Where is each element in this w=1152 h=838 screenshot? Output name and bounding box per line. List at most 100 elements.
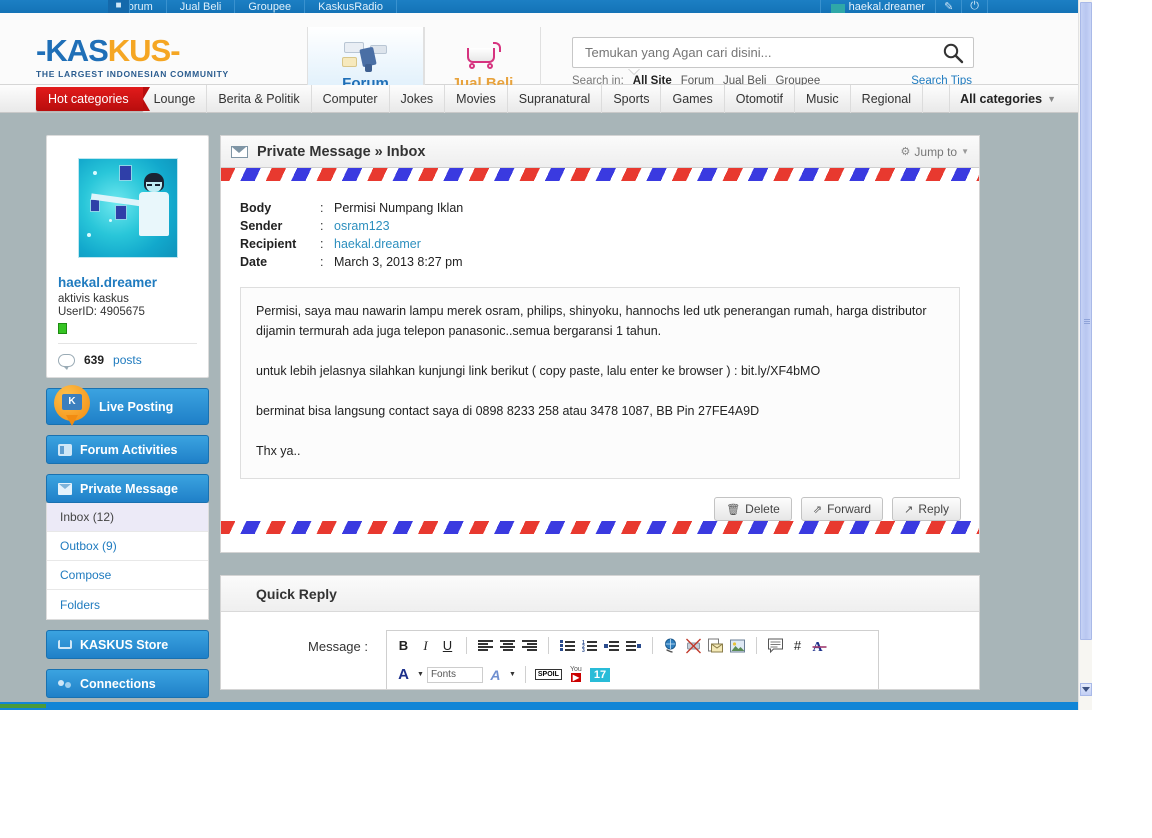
chevron-down-icon: ▼ <box>961 147 969 156</box>
category-sports[interactable]: Sports <box>602 84 662 113</box>
category-jokes[interactable]: Jokes <box>390 84 446 113</box>
sidebar-item-kaskus-store[interactable]: KASKUS Store <box>46 630 209 659</box>
chevron-down-icon[interactable]: ▼ <box>417 671 424 678</box>
meta-value-recipient[interactable]: haekal.dreamer <box>334 235 463 253</box>
posts-label: posts <box>113 353 142 367</box>
connections-icon <box>58 678 72 690</box>
bold-icon[interactable]: B <box>394 636 413 655</box>
align-right-icon[interactable] <box>520 636 539 655</box>
smiley-17-icon[interactable]: 17 <box>589 667 611 682</box>
scrollbar-thumb[interactable] <box>1080 2 1092 640</box>
power-icon[interactable]: ⏻ <box>962 0 988 13</box>
all-categories-dropdown[interactable]: All categories ▼ <box>949 84 1066 113</box>
window-right-gutter <box>1093 0 1152 710</box>
search-input-wrap[interactable] <box>572 37 974 75</box>
profile-username[interactable]: haekal.dreamer <box>58 275 197 290</box>
category-regional[interactable]: Regional <box>851 84 924 113</box>
forum-icon <box>341 39 390 75</box>
reply-icon: ↗ <box>904 503 914 516</box>
page-bottom-accent <box>0 704 46 708</box>
utility-item-jual-beli[interactable]: Jual Beli <box>167 0 236 13</box>
avatar[interactable] <box>77 158 178 258</box>
numbered-list-icon[interactable]: 123 <box>580 636 599 655</box>
strike-font-icon[interactable]: A <box>810 636 829 655</box>
utility-item-groupee[interactable]: Groupee <box>235 0 306 13</box>
sidebar-item-connections[interactable]: Connections <box>46 669 209 698</box>
browser-viewport: ■ Forum Jual Beli Groupee KaskusRadio ha… <box>0 0 1092 710</box>
category-movies[interactable]: Movies <box>445 84 508 113</box>
italic-icon[interactable]: I <box>416 636 435 655</box>
utility-item-kaskus-radio[interactable]: KaskusRadio <box>305 0 397 13</box>
sidebar-item-inbox[interactable]: Inbox (12) <box>47 503 208 532</box>
sidebar-item-live-posting[interactable]: K Live Posting <box>46 385 209 426</box>
meta-colon: : <box>320 255 324 269</box>
sidebar-item-label-private-message: Private Message <box>80 481 178 496</box>
meta-colon: : <box>320 219 324 233</box>
bullet-list-icon[interactable] <box>558 636 577 655</box>
chevron-down-icon[interactable]: ▼ <box>509 671 516 678</box>
youtube-icon[interactable]: You ▶ <box>565 665 587 684</box>
spoiler-icon[interactable]: SPOIL <box>534 669 562 680</box>
home-icon[interactable]: ■ <box>108 0 130 13</box>
align-left-icon[interactable] <box>476 636 495 655</box>
quick-reply-title: Quick Reply <box>221 576 979 612</box>
meta-value-sender[interactable]: osram123 <box>334 217 463 235</box>
envelope-stripe-top <box>221 168 979 181</box>
code-icon[interactable]: # <box>788 636 807 655</box>
align-center-icon[interactable] <box>498 636 517 655</box>
toolbar-divider <box>548 637 549 654</box>
font-color-icon[interactable]: A <box>394 665 413 684</box>
envelope-icon <box>231 145 248 158</box>
scrollbar-grip-icon <box>1084 319 1090 325</box>
site-logo[interactable]: -KASKUS- THE LARGEST INDONESIAN COMMUNIT… <box>36 35 286 79</box>
logo-text: -KASKUS- <box>36 35 286 66</box>
sidebar-item-outbox[interactable]: Outbox (9) <box>47 532 208 561</box>
sidebar-item-folders[interactable]: Folders <box>47 590 208 619</box>
indent-icon[interactable] <box>602 636 621 655</box>
insert-email-icon[interactable] <box>706 636 725 655</box>
delete-button[interactable]: 🗑 Delete <box>714 497 792 521</box>
quick-reply-body: Message : B I U 1 2 3 # A A ▼ Fonts A ▼ … <box>221 612 979 689</box>
user-menu-label: haekal.dreamer <box>848 1 926 13</box>
category-berita-politik[interactable]: Berita & Politik <box>207 84 312 113</box>
quote-icon[interactable] <box>766 636 785 655</box>
scrollbar-down-arrow[interactable] <box>1080 683 1092 696</box>
message-action-buttons: 🗑 Delete ⇗ Forward ↗ Reply <box>221 497 979 521</box>
search-input[interactable] <box>583 39 933 66</box>
category-lounge[interactable]: Lounge <box>143 84 208 113</box>
message-editor: B I U 123 # A A ▼ Fonts A ▼ SPOIL You ▶ … <box>386 630 879 689</box>
category-supranatural[interactable]: Supranatural <box>508 84 603 113</box>
category-otomotif[interactable]: Otomotif <box>725 84 796 113</box>
reply-button[interactable]: ↗ Reply <box>892 497 961 521</box>
font-size-icon[interactable]: A <box>486 665 505 684</box>
meta-colon: : <box>320 201 324 215</box>
user-menu[interactable]: haekal.dreamer <box>819 0 937 13</box>
toolbar-divider <box>466 637 467 654</box>
message-paragraph-3: berminat bisa langsung contact saya di 0… <box>256 404 760 418</box>
underline-icon[interactable]: U <box>438 636 457 655</box>
search-icon[interactable] <box>942 42 964 64</box>
private-message-submenu: Inbox (12) Outbox (9) Compose Folders <box>46 503 209 620</box>
forward-icon: ⇗ <box>812 503 823 516</box>
jump-to-dropdown[interactable]: ⚙ Jump to ▼ <box>901 145 969 159</box>
meta-label-body: Body <box>240 201 272 215</box>
remove-link-icon[interactable] <box>684 636 703 655</box>
category-games[interactable]: Games <box>661 84 725 113</box>
sidebar-item-forum-activities[interactable]: Forum Activities <box>46 435 209 464</box>
sidebar-item-label-forum-activities: Forum Activities <box>80 442 178 457</box>
forward-button[interactable]: ⇗ Forward <box>800 497 884 521</box>
sidebar-item-label-connections: Connections <box>80 676 156 691</box>
sidebar-item-compose[interactable]: Compose <box>47 561 208 590</box>
outdent-icon[interactable] <box>624 636 643 655</box>
category-computer[interactable]: Computer <box>312 84 390 113</box>
vertical-scrollbar[interactable] <box>1078 0 1092 710</box>
sidebar-item-private-message[interactable]: Private Message <box>46 474 209 503</box>
pencil-icon[interactable]: ✎ <box>936 0 963 13</box>
insert-image-icon[interactable] <box>728 636 747 655</box>
fonts-select[interactable]: Fonts <box>426 666 483 683</box>
hot-categories-button[interactable]: Hot categories <box>36 86 150 111</box>
table-row: Date : March 3, 2013 8:27 pm <box>240 253 463 271</box>
profile-card: haekal.dreamer aktivis kaskus UserID: 49… <box>46 135 209 378</box>
category-music[interactable]: Music <box>795 84 851 113</box>
insert-link-icon[interactable] <box>662 636 681 655</box>
